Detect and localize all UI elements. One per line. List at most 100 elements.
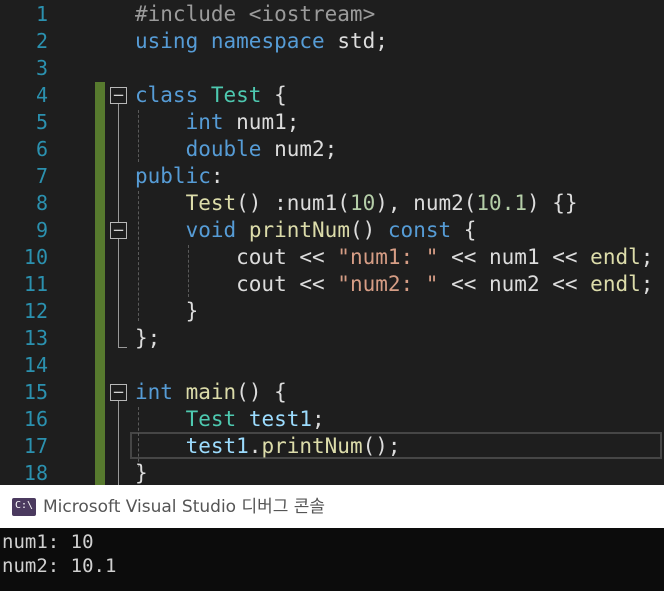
code-token: << num1 << xyxy=(438,245,591,269)
code-line[interactable]: 6 double num2; xyxy=(0,136,664,163)
line-number: 15 xyxy=(23,380,48,404)
code-line[interactable]: 18} xyxy=(0,460,664,485)
code-line[interactable]: 5 int num1; xyxy=(0,109,664,136)
code-text[interactable]: cout << "num2: " << num2 << endl; xyxy=(135,271,653,298)
code-text[interactable]: using namespace std; xyxy=(135,28,388,55)
line-number: 4 xyxy=(35,83,48,107)
code-text[interactable]: } xyxy=(135,298,199,325)
code-text[interactable]: #include <iostream> xyxy=(135,1,375,28)
code-token: cout << xyxy=(135,245,338,269)
code-line[interactable]: 2 using namespace std; xyxy=(0,28,664,55)
code-text[interactable]: cout << "num1: " << num1 << endl; xyxy=(135,244,653,271)
code-token: public xyxy=(135,164,211,188)
code-token: namespace xyxy=(210,29,325,53)
code-token: "num1: " xyxy=(337,245,439,269)
code-token: 10.1 xyxy=(476,191,527,215)
code-line[interactable]: 8 Test() :num1(10), num2(10.1) {} xyxy=(0,190,664,217)
line-number: 7 xyxy=(35,164,48,188)
code-text[interactable]: test1.printNum(); xyxy=(135,433,401,460)
code-token: { xyxy=(451,218,477,242)
line-number: 1 xyxy=(35,2,48,26)
code-token: Test xyxy=(210,83,262,107)
code-token: () :num1( xyxy=(236,191,350,215)
line-number: 9 xyxy=(35,218,48,242)
code-line[interactable]: 15 int main() { xyxy=(0,379,664,406)
code-text[interactable]: int main() { xyxy=(135,379,287,406)
code-token: num2; xyxy=(261,137,338,161)
code-text[interactable]: int num1; xyxy=(135,109,300,136)
debug-console[interactable]: num1: 10 num2: 10.1 xyxy=(0,528,664,591)
code-text[interactable]: Test test1; xyxy=(135,406,325,433)
code-text[interactable]: Test() :num1(10), num2(10.1) {} xyxy=(135,190,578,217)
code-editor[interactable]: − − − 1 #include <iostream> 2 using namespa… xyxy=(0,0,664,485)
console-output-line: num1: 10 xyxy=(2,531,94,553)
code-token: "num2: " xyxy=(337,272,439,296)
code-token: Test xyxy=(185,407,237,431)
line-number: 8 xyxy=(35,191,48,215)
code-line[interactable]: 13}; xyxy=(0,325,664,352)
code-token: ; xyxy=(640,272,654,296)
line-number: 16 xyxy=(23,407,48,431)
code-token: double xyxy=(185,137,262,161)
code-line[interactable]: 10 cout << "num1: " << num1 << endl; xyxy=(0,244,664,271)
code-line[interactable]: 1 #include <iostream> xyxy=(0,1,664,28)
code-token: } xyxy=(135,461,148,485)
code-line[interactable]: 12 } xyxy=(0,298,664,325)
line-number: 14 xyxy=(23,353,48,377)
code-token: : xyxy=(210,164,224,188)
line-number: 2 xyxy=(35,29,48,53)
code-text[interactable]: } xyxy=(135,460,148,485)
code-token: void xyxy=(185,218,237,242)
code-token: . xyxy=(248,434,262,458)
code-text[interactable]: }; xyxy=(135,325,160,352)
code-line[interactable]: 16 Test test1; xyxy=(0,406,664,433)
code-text[interactable]: void printNum() const { xyxy=(135,217,477,244)
code-token: cout << xyxy=(135,272,338,296)
code-token: }; xyxy=(135,326,161,350)
code-line[interactable]: 4 class Test { xyxy=(0,82,664,109)
code-token: () { xyxy=(236,380,287,404)
code-token: printNum xyxy=(248,218,350,242)
code-token: ; xyxy=(640,245,654,269)
code-line[interactable]: 11 cout << "num2: " << num2 << endl; xyxy=(0,271,664,298)
code-token: ), num2( xyxy=(375,191,477,215)
code-token: main xyxy=(185,380,237,404)
line-number: 11 xyxy=(23,272,48,296)
code-line[interactable]: 9 void printNum() const { xyxy=(0,217,664,244)
line-number: 6 xyxy=(35,137,48,161)
code-token: std; xyxy=(324,29,388,53)
code-token: ; xyxy=(312,407,325,431)
code-line[interactable]: 3 xyxy=(0,55,664,82)
code-text[interactable]: public: xyxy=(135,163,224,190)
line-number: 17 xyxy=(23,434,48,458)
code-token: test1 xyxy=(185,434,249,458)
code-token: int xyxy=(185,110,224,134)
code-line[interactable]: 14 xyxy=(0,352,664,379)
code-token: } xyxy=(135,299,199,323)
code-token: printNum xyxy=(261,434,363,458)
line-number: 13 xyxy=(23,326,48,350)
code-text[interactable]: double num2; xyxy=(135,136,338,163)
code-token: () xyxy=(349,218,388,242)
console-output-line: num2: 10.1 xyxy=(2,555,117,577)
code-token: int xyxy=(135,380,173,404)
code-line[interactable]: 7 public: xyxy=(0,163,664,190)
line-number: 12 xyxy=(23,299,48,323)
console-titlebar[interactable]: C:\ Microsoft Visual Studio 디버그 콘솔 xyxy=(0,485,664,528)
code-token: ) {} xyxy=(526,191,578,215)
code-line[interactable]: 17 test1.printNum(); xyxy=(0,433,664,460)
code-token: { xyxy=(261,83,287,107)
code-text[interactable]: class Test { xyxy=(135,82,287,109)
code-token: using xyxy=(135,29,199,53)
console-title: Microsoft Visual Studio 디버그 콘솔 xyxy=(43,497,326,517)
